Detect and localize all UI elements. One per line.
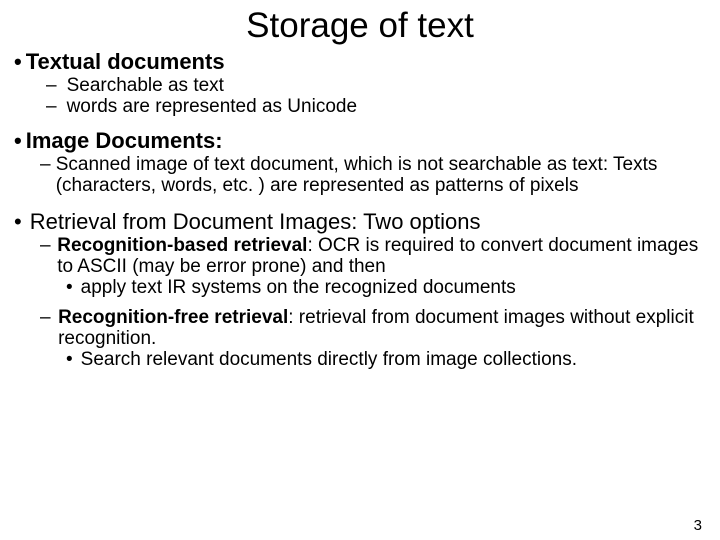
subbullet-searchable: Searchable as text xyxy=(46,75,706,96)
bullet-icon xyxy=(14,210,26,235)
bullet-text: Image Documents: xyxy=(26,129,706,154)
dash-icon xyxy=(46,96,61,117)
bullet-text: Search relevant documents directly from … xyxy=(81,349,706,370)
page-number: 3 xyxy=(694,517,702,534)
bullet-text: Retrieval from Document Images: Two opti… xyxy=(30,210,706,235)
bullet-image-documents: Image Documents: xyxy=(14,129,706,154)
dash-icon xyxy=(40,307,55,328)
bullet-retrieval-options: Retrieval from Document Images: Two opti… xyxy=(14,210,706,235)
slide: Storage of text Textual documents Search… xyxy=(0,6,720,540)
slide-title: Storage of text xyxy=(0,6,720,46)
bold-label: Recognition-based retrieval xyxy=(57,235,307,256)
bullet-text: Recognition-based retrieval: OCR is requ… xyxy=(57,235,706,278)
bullet-text: Textual documents xyxy=(26,50,706,75)
subsubbullet-search-direct: Search relevant documents directly from … xyxy=(66,349,706,370)
bullet-text: Searchable as text xyxy=(67,75,706,96)
dash-icon xyxy=(40,235,55,256)
slide-body: Textual documents Searchable as text wor… xyxy=(0,50,720,371)
bullet-textual-documents: Textual documents xyxy=(14,50,706,75)
subbullet-unicode: words are represented as Unicode xyxy=(46,96,706,117)
bold-label: Recognition-free retrieval xyxy=(58,307,288,328)
subbullet-scanned-image: Scanned image of text document, which is… xyxy=(40,154,706,197)
bullet-icon xyxy=(66,277,77,298)
bullet-text: apply text IR systems on the recognized … xyxy=(81,277,706,298)
subsubbullet-apply-ir: apply text IR systems on the recognized … xyxy=(66,277,706,298)
dash-icon xyxy=(40,154,55,175)
bullet-text: words are represented as Unicode xyxy=(67,96,706,117)
bullet-icon xyxy=(14,50,26,75)
dash-icon xyxy=(46,75,61,96)
bullet-icon xyxy=(66,349,77,370)
subbullet-recognition-free: Recognition-free retrieval: retrieval fr… xyxy=(40,307,706,350)
bullet-text: Recognition-free retrieval: retrieval fr… xyxy=(58,307,706,350)
bullet-icon xyxy=(14,129,26,154)
subbullet-recognition-based: Recognition-based retrieval: OCR is requ… xyxy=(40,235,706,278)
bullet-text: Scanned image of text document, which is… xyxy=(56,154,706,197)
